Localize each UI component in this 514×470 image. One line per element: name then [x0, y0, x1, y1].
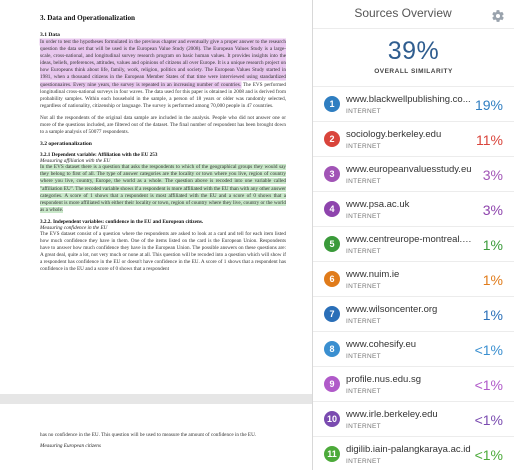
source-name[interactable]: www.blackwellpublishing.co...: [346, 94, 472, 105]
source-percent: 19%: [474, 97, 503, 113]
source-number-badge: 10: [324, 411, 340, 427]
source-name[interactable]: www.europeanvaluesstudy.eu: [346, 164, 472, 175]
panel-header: Sources Overview: [313, 0, 514, 28]
source-item[interactable]: 3 www.europeanvaluesstudy.eu INTERNET 3%: [313, 156, 514, 191]
source-name[interactable]: www.wilsoncenter.org: [346, 304, 472, 315]
document-page: 3. Data and Operationalization 3.1 Data …: [0, 0, 312, 394]
source-percent: <1%: [474, 342, 503, 358]
source-number-badge: 8: [324, 341, 340, 357]
source-type: INTERNET: [346, 213, 381, 220]
source-number-badge: 5: [324, 236, 340, 252]
source-list: 1 www.blackwellpublishing.co... INTERNET 19…: [313, 86, 514, 470]
source-number-badge: 3: [324, 166, 340, 182]
source-number-badge: 7: [324, 306, 340, 322]
source-percent: 3%: [482, 202, 503, 218]
dependent-variable-paragraph: In the EVS dataset there is a question t…: [40, 164, 286, 214]
source-percent: <1%: [474, 447, 503, 463]
source-name[interactable]: digilib.iain-palangkaraya.ac.id: [346, 444, 472, 455]
data-heading: 3.1 Data: [40, 32, 60, 38]
data-paragraph: In order to test the hypotheses formulat…: [40, 39, 286, 110]
source-number-badge: 2: [324, 131, 340, 147]
source-percent: 1%: [482, 307, 503, 323]
source-type: INTERNET: [346, 388, 381, 395]
source-type: INTERNET: [346, 178, 381, 185]
source-item[interactable]: 9 profile.nus.edu.sg INTERNET <1%: [313, 366, 514, 401]
source-name[interactable]: profile.nus.edu.sg: [346, 374, 472, 385]
source-percent: 1%: [482, 237, 503, 253]
source-percent: 3%: [482, 167, 503, 183]
source-number-badge: 4: [324, 201, 340, 217]
source-percent: <1%: [474, 377, 503, 393]
source-type: INTERNET: [346, 283, 381, 290]
source-number-badge: 6: [324, 271, 340, 287]
source-number-badge: 9: [324, 376, 340, 392]
panel-title: Sources Overview: [354, 6, 452, 20]
match-highlight-source-5[interactable]: In the EVS dataset there is a question t…: [40, 164, 286, 213]
page2-paragraph: has no confidence in the EU. This questi…: [40, 432, 257, 438]
overall-similarity-percent: 39%: [387, 37, 440, 65]
source-type: INTERNET: [346, 458, 381, 465]
source-name[interactable]: www.cohesify.eu: [346, 339, 472, 350]
document-page-2: has no confidence in the EU. This questi…: [0, 404, 312, 470]
source-type: INTERNET: [346, 248, 381, 255]
source-type: INTERNET: [346, 108, 381, 115]
source-name[interactable]: www.psa.ac.uk: [346, 199, 472, 210]
document-viewer[interactable]: 3. Data and Operationalization 3.1 Data …: [0, 0, 312, 470]
source-name[interactable]: www.centreurope-montreal.ca: [346, 234, 472, 245]
sources-overview-panel: Sources Overview 39% OVERALL SIMILARITY …: [312, 0, 514, 470]
source-item[interactable]: 6 www.nuim.ie INTERNET 1%: [313, 261, 514, 296]
independent-variable-paragraph: The EVS dataset consist of a question wh…: [40, 230, 286, 273]
source-name[interactable]: www.nuim.ie: [346, 269, 472, 280]
source-item[interactable]: 5 www.centreurope-montreal.ca INTERNET 1%: [313, 226, 514, 261]
source-type: INTERNET: [346, 143, 381, 150]
overall-similarity-label: OVERALL SIMILARITY: [374, 68, 453, 75]
source-name[interactable]: www.irle.berkeley.edu: [346, 409, 472, 420]
source-percent: 1%: [482, 272, 503, 288]
source-item[interactable]: 2 sociology.berkeley.edu INTERNET 11%: [313, 121, 514, 156]
source-number-badge: 11: [324, 446, 340, 462]
source-item[interactable]: 11 digilib.iain-palangkaraya.ac.id INTERNE…: [313, 436, 514, 470]
source-name[interactable]: sociology.berkeley.edu: [346, 129, 472, 140]
data-paragraph-2: Not all the respondents of the original …: [40, 114, 286, 136]
operationalization-heading: 3.2 operationalization: [40, 141, 92, 148]
section-heading: 3. Data and Operationalization: [40, 14, 136, 22]
page2-subheading: Measuring European citizens: [40, 443, 101, 450]
source-item[interactable]: 10 www.irle.berkeley.edu INTERNET <1%: [313, 401, 514, 436]
source-type: INTERNET: [346, 423, 381, 430]
source-item[interactable]: 7 www.wilsoncenter.org INTERNET 1%: [313, 296, 514, 331]
source-type: INTERNET: [346, 318, 381, 325]
source-item[interactable]: 8 www.cohesify.eu INTERNET <1%: [313, 331, 514, 366]
source-percent: 11%: [476, 132, 503, 148]
source-type: INTERNET: [346, 353, 381, 360]
source-item[interactable]: 1 www.blackwellpublishing.co... INTERNET 19…: [313, 86, 514, 121]
source-percent: <1%: [474, 412, 503, 428]
gear-icon[interactable]: [491, 9, 505, 23]
source-number-badge: 1: [324, 96, 340, 112]
match-highlight-source-3[interactable]: In order to test the hypotheses formulat…: [40, 39, 286, 88]
source-item[interactable]: 4 www.psa.ac.uk INTERNET 3%: [313, 191, 514, 226]
